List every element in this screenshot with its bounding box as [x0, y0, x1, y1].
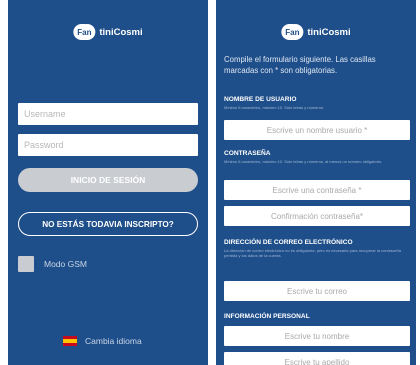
register-username-input[interactable]	[224, 120, 410, 140]
logo-wordmark: tiniCosmi	[307, 26, 351, 38]
email-input[interactable]	[224, 281, 410, 301]
username-header: NOMBRE DE USUARIO	[224, 96, 297, 103]
email-hint: La dirección de correo electrónico no es…	[224, 248, 401, 258]
username-hint: Mínimo 6 caracteres, máximo 10. Solo let…	[224, 105, 325, 110]
logo-mark: Fan	[73, 24, 96, 40]
confirm-password-input[interactable]	[224, 206, 410, 226]
logo-mark: Fan	[281, 24, 304, 40]
password-header: CONTRASEÑA	[224, 150, 271, 157]
logo-wordmark: tiniCosmi	[99, 26, 143, 38]
gsm-label: Modo GSM	[44, 259, 87, 269]
personal-info-header: INFORMACIÓN PERSONAL	[224, 313, 310, 320]
login-button[interactable]: INICIO DE SESIÓN	[18, 168, 198, 192]
username-input[interactable]	[18, 103, 198, 125]
spain-flag-icon	[63, 336, 77, 346]
gsm-mode-toggle[interactable]: Modo GSM	[18, 256, 87, 272]
password-hint: Mínimo 6 caracteres, máximo 10. Solo let…	[224, 159, 383, 164]
change-language-link[interactable]: Cambia idioma	[63, 336, 142, 346]
brand-logo: Fan tiniCosmi	[281, 24, 351, 40]
register-password-input[interactable]	[224, 180, 410, 200]
email-header: DIRECCIÓN DE CORREO ELECTRÓNICO	[224, 239, 353, 246]
first-name-input[interactable]	[224, 326, 410, 346]
form-intro: Compile el formulario siguiente. Las cas…	[224, 55, 376, 75]
last-name-input[interactable]	[224, 352, 410, 365]
gsm-checkbox[interactable]	[18, 256, 34, 272]
brand-logo: Fan tiniCosmi	[73, 24, 143, 40]
register-screen: Fan tiniCosmi Compile el formulario sigu…	[216, 0, 416, 365]
language-label: Cambia idioma	[85, 336, 142, 346]
login-screen: Fan tiniCosmi INICIO DE SESIÓN NO ESTÁS …	[8, 0, 208, 365]
password-input[interactable]	[18, 134, 198, 156]
register-button[interactable]: NO ESTÁS TODAVIA INSCRIPTO?	[18, 212, 198, 236]
